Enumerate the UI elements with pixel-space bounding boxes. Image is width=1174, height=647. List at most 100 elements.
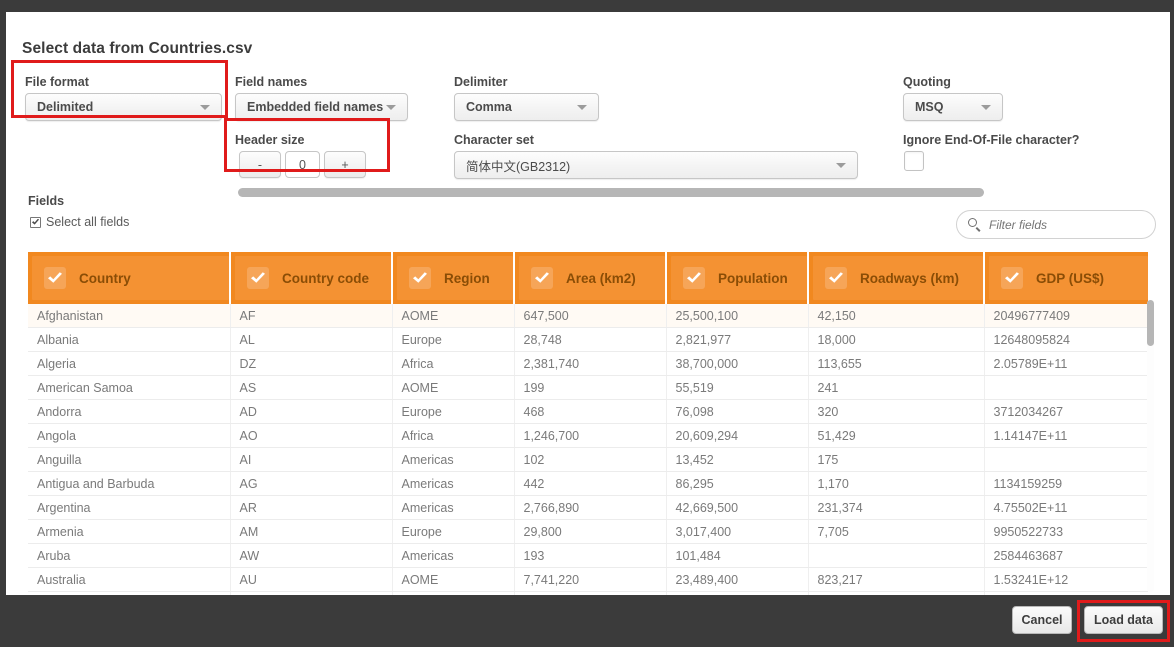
- header-size-stepper[interactable]: - 0 +: [239, 151, 366, 178]
- filter-fields-box[interactable]: [956, 210, 1156, 239]
- table-row[interactable]: Aruba AW Americas 193 101,484 2584463687: [28, 543, 1148, 568]
- table-cell: AI: [230, 447, 393, 472]
- table-cell: 76,098: [666, 399, 809, 424]
- character-set-select[interactable]: 简体中文(GB2312): [454, 151, 858, 179]
- table-cell: AG: [230, 471, 393, 496]
- table-cell: 1.53241E+12: [984, 567, 1148, 592]
- column-checkbox-icon[interactable]: [409, 267, 431, 289]
- column-checkbox-icon[interactable]: [683, 267, 705, 289]
- table-cell: Americas: [392, 471, 515, 496]
- delimiter-label: Delimiter: [454, 75, 508, 89]
- column-header-gdp[interactable]: GDP (US$): [984, 252, 1148, 304]
- ignore-eof-checkbox[interactable]: [904, 151, 924, 171]
- quoting-value: MSQ: [915, 100, 944, 114]
- table-row[interactable]: Anguilla AI Americas 102 13,452 175: [28, 447, 1148, 472]
- header-size-value[interactable]: 0: [285, 151, 320, 178]
- table-row[interactable]: Andorra AD Europe 468 76,098 320 3712034267: [28, 399, 1148, 424]
- table-cell: Americas: [392, 543, 515, 568]
- table-cell: AOME: [392, 567, 515, 592]
- dialog-footer: Cancel Load data: [0, 595, 1174, 647]
- header-size-increment-button[interactable]: +: [324, 151, 366, 178]
- load-data-button[interactable]: Load data: [1084, 606, 1163, 634]
- table-cell: Africa: [392, 423, 515, 448]
- form-horizontal-scrollbar-thumb[interactable]: [238, 188, 984, 197]
- column-header-country[interactable]: Country: [28, 252, 231, 304]
- quoting-select[interactable]: MSQ: [903, 93, 1003, 121]
- table-cell: 113,655: [808, 351, 985, 376]
- table-header-row: Country Country code Region Area (km2) P…: [28, 252, 1148, 304]
- table-cell: Anguilla: [28, 447, 231, 472]
- table-cell: 9950522733: [984, 519, 1148, 544]
- table-cell: American Samoa: [28, 375, 231, 400]
- table-cell: 28,748: [514, 327, 667, 352]
- select-all-fields-label: Select all fields: [46, 215, 130, 229]
- table-cell: 86,295: [666, 471, 809, 496]
- table-cell: 3,017,400: [666, 519, 809, 544]
- chevron-down-icon: [981, 104, 991, 110]
- table-row[interactable]: Armenia AM Europe 29,800 3,017,400 7,705 99505…: [28, 519, 1148, 544]
- table-row[interactable]: Albania AL Europe 28,748 2,821,977 18,000 1264…: [28, 327, 1148, 352]
- table-cell: AS: [230, 375, 393, 400]
- table-cell: 2.05789E+11: [984, 351, 1148, 376]
- table-row[interactable]: American Samoa AS AOME 199 55,519 241: [28, 375, 1148, 400]
- table-row[interactable]: Angola AO Africa 1,246,700 20,609,294 51,429 1…: [28, 423, 1148, 448]
- delimiter-value: Comma: [466, 100, 512, 114]
- table-cell: AR: [230, 495, 393, 520]
- file-format-select[interactable]: Delimited: [25, 93, 222, 121]
- column-checkbox-icon[interactable]: [247, 267, 269, 289]
- table-cell: [808, 543, 985, 568]
- table-cell: 647,500: [514, 304, 667, 328]
- table-cell: 241: [808, 375, 985, 400]
- header-size-decrement-button[interactable]: -: [239, 151, 281, 178]
- column-header-area[interactable]: Area (km2): [514, 252, 667, 304]
- cancel-button[interactable]: Cancel: [1012, 606, 1072, 634]
- table-cell: Europe: [392, 399, 515, 424]
- column-checkbox-icon[interactable]: [531, 267, 553, 289]
- table-cell: Australia: [28, 567, 231, 592]
- fields-section-label: Fields: [28, 194, 65, 208]
- column-header-label: Population: [718, 270, 788, 286]
- table-cell: 55,519: [666, 375, 809, 400]
- filter-fields-input[interactable]: [989, 217, 1155, 232]
- field-names-label: Field names: [235, 75, 308, 89]
- table-cell: 231,374: [808, 495, 985, 520]
- column-header-country-code[interactable]: Country code: [230, 252, 393, 304]
- table-cell: AF: [230, 304, 393, 328]
- column-header-label: Area (km2): [566, 270, 636, 286]
- field-names-select[interactable]: Embedded field names: [235, 93, 408, 121]
- table-cell: 175: [808, 447, 985, 472]
- fields-preview-table: Country Country code Region Area (km2) P…: [28, 252, 1156, 595]
- select-all-fields-row[interactable]: Select all fields: [30, 215, 129, 229]
- column-header-region[interactable]: Region: [392, 252, 515, 304]
- table-row[interactable]: Algeria DZ Africa 2,381,740 38,700,000 113,65…: [28, 351, 1148, 376]
- table-cell: 823,217: [808, 567, 985, 592]
- table-cell: 18,000: [808, 327, 985, 352]
- table-cell: Europe: [392, 327, 515, 352]
- chevron-down-icon: [836, 162, 846, 168]
- table-cell: DZ: [230, 351, 393, 376]
- column-header-roadways[interactable]: Roadways (km): [808, 252, 985, 304]
- column-header-label: GDP (US$): [1036, 270, 1105, 286]
- dialog-title: Select data from Countries.csv: [22, 40, 253, 57]
- table-cell: [984, 375, 1148, 400]
- table-row[interactable]: Argentina AR Americas 2,766,890 42,669,500 23…: [28, 495, 1148, 520]
- delimiter-select[interactable]: Comma: [454, 93, 599, 121]
- column-checkbox-icon[interactable]: [1001, 267, 1023, 289]
- table-cell: 42,150: [808, 304, 985, 328]
- column-checkbox-icon[interactable]: [825, 267, 847, 289]
- table-cell: AU: [230, 567, 393, 592]
- table-cell: 51,429: [808, 423, 985, 448]
- table-cell: AOME: [392, 304, 515, 328]
- table-body: Afghanistan AF AOME 647,500 25,500,100 42,150…: [28, 304, 1148, 595]
- table-cell: 7,705: [808, 519, 985, 544]
- column-header-population[interactable]: Population: [666, 252, 809, 304]
- table-vertical-scrollbar-thumb[interactable]: [1147, 300, 1154, 346]
- table-row[interactable]: Antigua and Barbuda AG Americas 442 86,295 1,…: [28, 471, 1148, 496]
- select-all-fields-checkbox[interactable]: [30, 216, 41, 228]
- column-header-label: Region: [444, 270, 490, 286]
- table-cell: 7,741,220: [514, 567, 667, 592]
- table-cell: 4.75502E+11: [984, 495, 1148, 520]
- table-row[interactable]: Afghanistan AF AOME 647,500 25,500,100 42,150…: [28, 304, 1148, 328]
- column-checkbox-icon[interactable]: [44, 267, 66, 289]
- table-row[interactable]: Australia AU AOME 7,741,220 23,489,400 823,21…: [28, 567, 1148, 592]
